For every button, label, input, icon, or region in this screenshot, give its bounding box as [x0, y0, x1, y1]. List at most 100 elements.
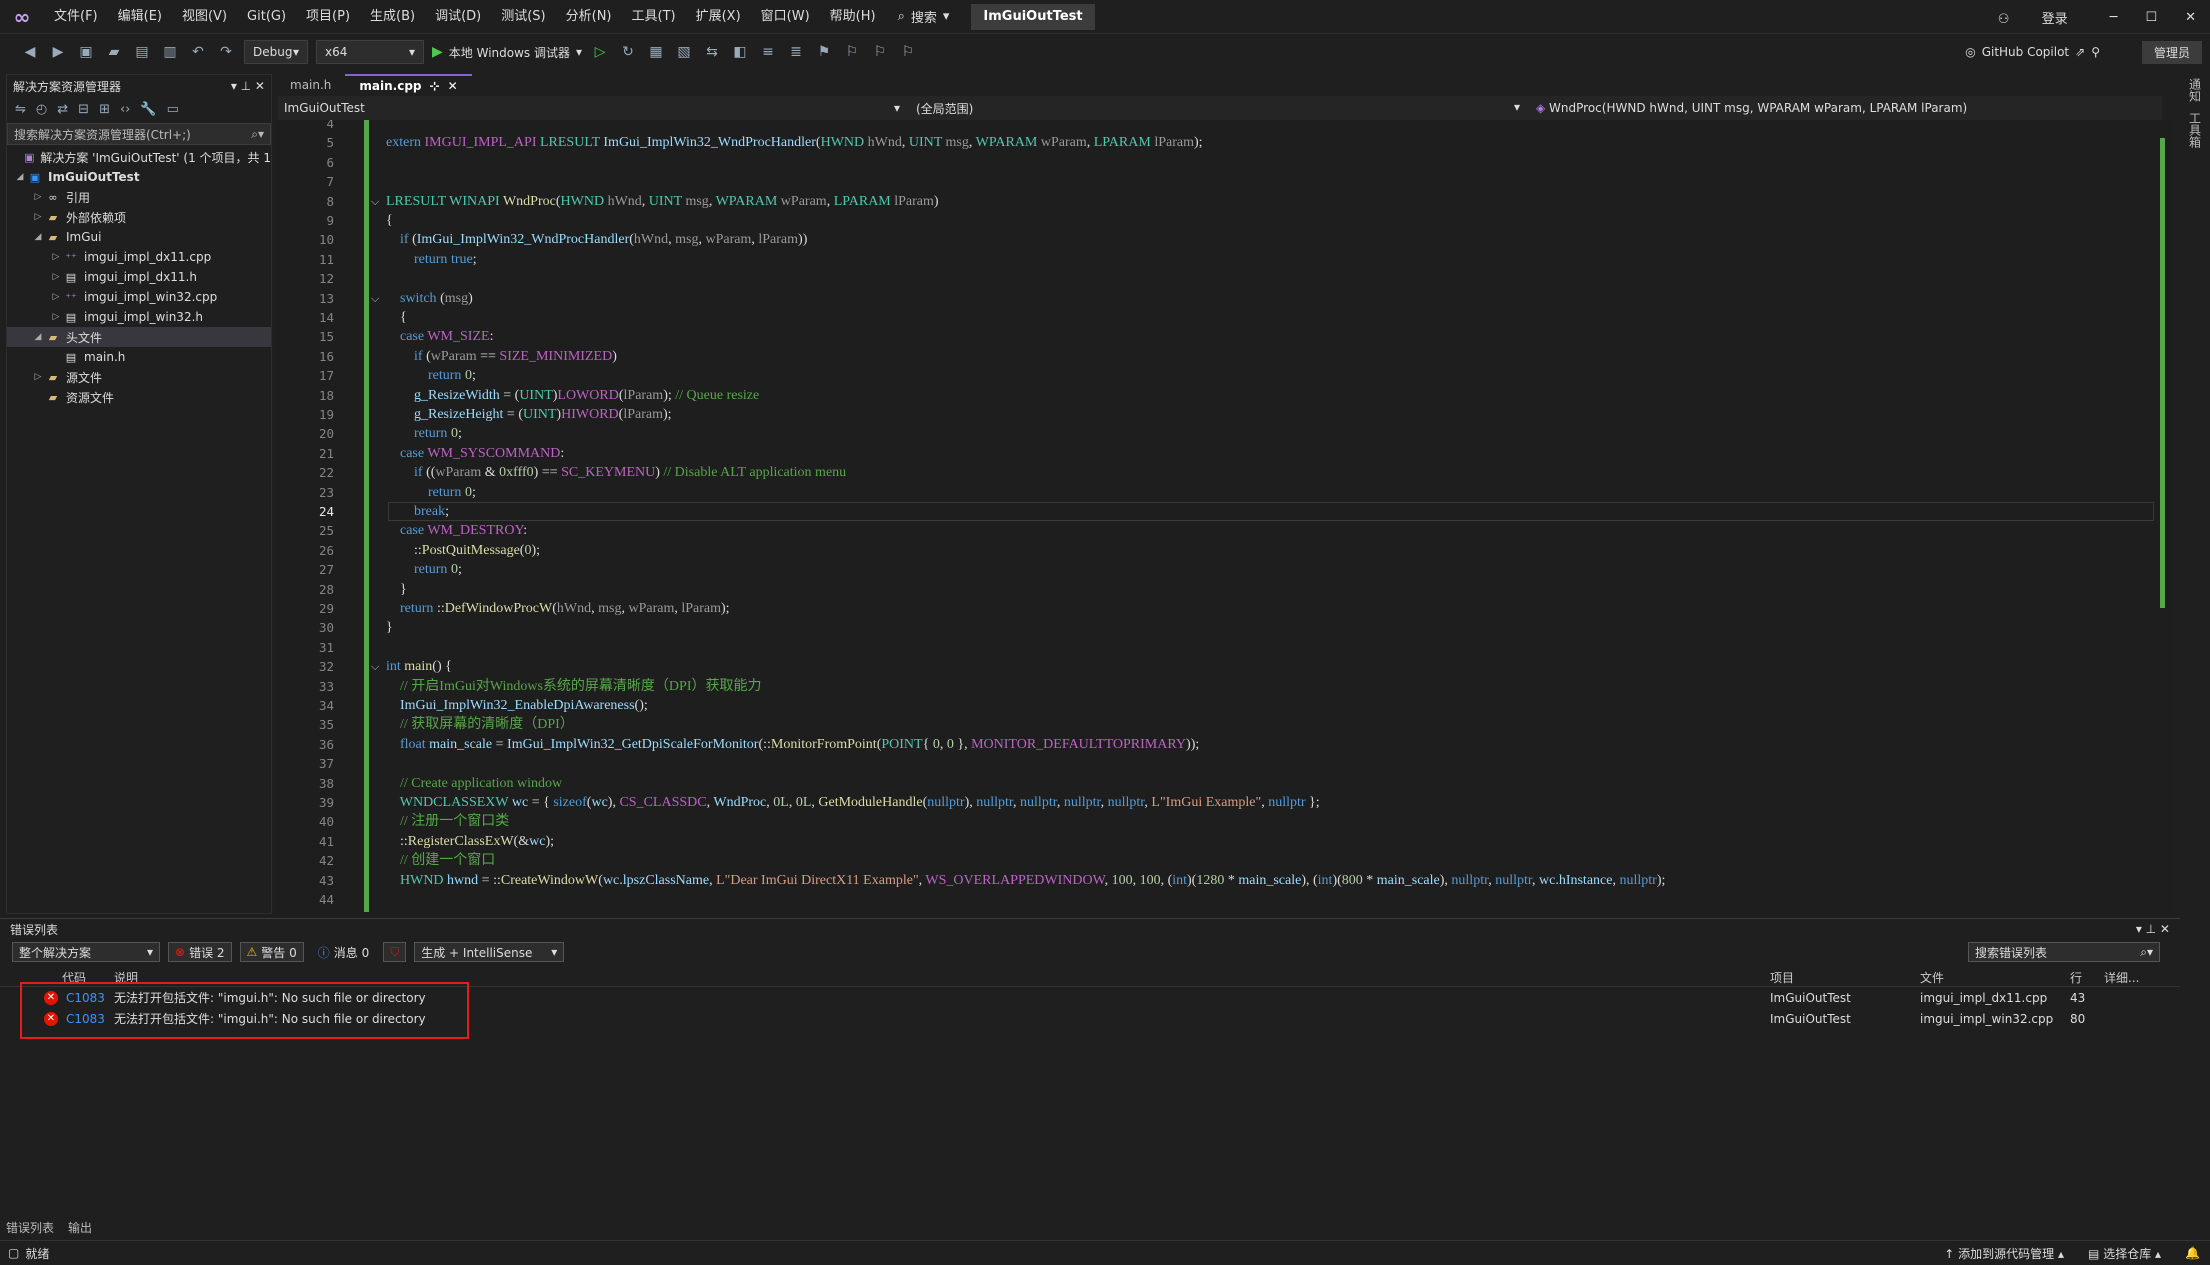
col-line[interactable]: 行 — [2070, 969, 2082, 986]
back-icon[interactable]: ◀ — [20, 42, 40, 62]
code-line[interactable]: case WM_DESTROY: — [386, 521, 527, 540]
step-icon[interactable]: ⇆ — [702, 42, 722, 62]
editor-scrollbar[interactable] — [2156, 120, 2170, 912]
tree-item[interactable]: ▷ ⁺⁺ imgui_impl_win32.cpp — [7, 287, 271, 307]
expand-arrow-icon[interactable]: ▷ — [49, 272, 63, 282]
tree-item[interactable]: ▰ 资源文件 — [7, 387, 271, 407]
menu-item[interactable]: Git(G) — [237, 0, 296, 34]
tree-item[interactable]: ▷ ∞ 引用 — [7, 187, 271, 207]
code-line[interactable]: break; — [386, 502, 449, 521]
warnings-filter-button[interactable]: ⚠ 警告 0 — [239, 942, 304, 962]
undo-icon[interactable]: ↶ — [188, 42, 208, 62]
pin-icon[interactable]: ⊹ — [430, 79, 440, 93]
code-line[interactable]: { — [386, 308, 407, 327]
dock-tab[interactable]: 工具箱 — [2187, 112, 2204, 148]
solution-explorer-icon[interactable]: ▦ — [646, 42, 666, 62]
code-line[interactable]: g_ResizeHeight = (UINT)HIWORD(lParam); — [386, 405, 672, 424]
code-line[interactable]: HWND hwnd = ::CreateWindowW(wc.lpszClass… — [386, 871, 1665, 890]
new-project-icon[interactable]: ▣ — [76, 42, 96, 62]
panel-controls[interactable]: ▾ ⊥ ✕ — [231, 79, 265, 93]
fold-toggle-icon[interactable]: ⌵ — [371, 660, 379, 674]
tab-main-h[interactable]: main.h — [276, 74, 345, 96]
code-line[interactable]: case WM_SIZE: — [386, 327, 493, 346]
bookmark-icon[interactable]: ⚑ — [814, 42, 834, 62]
start-debugging-button[interactable]: ▶ 本地 Windows 调试器 ▾ — [432, 44, 582, 61]
fold-toggle-icon[interactable]: ⌵ — [371, 292, 379, 306]
notifications-icon[interactable]: 🔔 — [2185, 1246, 2200, 1260]
fold-toggle-icon[interactable]: ⌵ — [371, 195, 379, 209]
expand-arrow-icon[interactable]: ▷ — [49, 252, 63, 262]
code-line[interactable]: extern IMGUI_IMPL_API LRESULT ImGui_Impl… — [386, 133, 1203, 152]
expand-arrow-icon[interactable]: ◢ — [31, 332, 45, 342]
menu-item[interactable]: 测试(S) — [491, 0, 555, 34]
tree-item[interactable]: ▷ ▰ 源文件 — [7, 367, 271, 387]
tree-item[interactable]: ◢ ▰ ImGui — [7, 227, 271, 247]
code-line[interactable]: if (ImGui_ImplWin32_WndProcHandler(hWnd,… — [386, 230, 807, 249]
menu-item[interactable]: 工具(T) — [622, 0, 686, 34]
code-line[interactable]: return true; — [386, 250, 477, 269]
bottom-tab[interactable]: 输出 — [68, 1219, 92, 1236]
menu-item[interactable]: 生成(B) — [360, 0, 425, 34]
minimize-button[interactable]: ─ — [2096, 10, 2132, 25]
menu-item[interactable]: 调试(D) — [425, 0, 491, 34]
save-all-icon[interactable]: ▥ — [160, 42, 180, 62]
tab-main-cpp[interactable]: main.cpp ⊹ ✕ — [345, 74, 472, 96]
code-line[interactable]: return 0; — [386, 483, 476, 502]
menu-item[interactable]: 扩展(X) — [686, 0, 751, 34]
expand-arrow-icon[interactable]: ▷ — [49, 312, 63, 322]
code-line[interactable]: ImGui_ImplWin32_EnableDpiAwareness(); — [386, 696, 648, 715]
tree-item[interactable]: ▷ ▰ 外部依赖项 — [7, 207, 271, 227]
breakpoint-icon[interactable]: ◧ — [730, 42, 750, 62]
next-bookmark-icon[interactable]: ⚐ — [870, 42, 890, 62]
search-button[interactable]: ⌕ 搜索 ▾ — [886, 7, 962, 26]
platform-select[interactable]: x64 ▾ — [316, 40, 424, 64]
save-icon[interactable]: ▤ — [132, 42, 152, 62]
code-line[interactable]: { — [386, 211, 393, 230]
code-line[interactable]: WNDCLASSEXW wc = { sizeof(wc), CS_CLASSD… — [386, 793, 1320, 812]
code-line[interactable]: return 0; — [386, 366, 476, 385]
code-line[interactable]: ::PostQuitMessage(0); — [386, 541, 540, 560]
member-dropdown[interactable]: ◈ WndProc(HWND hWnd, UINT msg, WPARAM wP… — [1528, 101, 2162, 115]
build-filter-select[interactable]: 生成 + IntelliSense ▾ — [414, 942, 565, 962]
code-line[interactable]: // Create application window — [386, 774, 562, 793]
solution-explorer-search[interactable]: 搜索解决方案资源管理器(Ctrl+;) ⌕▾ — [7, 123, 271, 145]
expand-arrow-icon[interactable]: ◢ — [31, 232, 45, 242]
code-line[interactable]: // 注册一个窗口类 — [386, 812, 509, 831]
filter-icon[interactable]: ⛉ — [383, 942, 407, 962]
scope-dropdown[interactable]: (全局范围) ▾ — [908, 100, 1528, 117]
menu-item[interactable]: 帮助(H) — [820, 0, 886, 34]
tree-item[interactable]: ▷ ⁺⁺ imgui_impl_dx11.cpp — [7, 247, 271, 267]
restart-icon[interactable]: ↻ — [618, 42, 638, 62]
code-line[interactable]: ::RegisterClassExW(&wc); — [386, 832, 554, 851]
tree-item[interactable]: ◢ ▰ 头文件 — [7, 327, 271, 347]
comment-icon[interactable]: ≡ — [758, 42, 778, 62]
code-line[interactable]: } — [386, 580, 407, 599]
add-to-source-control-button[interactable]: ↑ 添加到源代码管理 ▴ — [1944, 1245, 2064, 1262]
expand-arrow-icon[interactable]: ◢ — [13, 172, 27, 182]
menu-item[interactable]: 分析(N) — [556, 0, 622, 34]
prev-bookmark-icon[interactable]: ⚐ — [842, 42, 862, 62]
col-detail[interactable]: 详细... — [2104, 969, 2139, 986]
menu-item[interactable]: 项目(P) — [296, 0, 360, 34]
code-view-icon[interactable]: ‹› — [120, 102, 130, 117]
project-dropdown[interactable]: ImGuiOutTest ▾ — [278, 101, 908, 115]
clear-bookmarks-icon[interactable]: ⚐ — [898, 42, 918, 62]
history-icon[interactable]: ◴ — [36, 102, 47, 117]
code-line[interactable]: return 0; — [386, 560, 462, 579]
expand-arrow-icon[interactable]: ▷ — [31, 372, 45, 382]
code-line[interactable]: g_ResizeWidth = (UINT)LOWORD(lParam); //… — [386, 386, 759, 405]
close-tab-icon[interactable]: ✕ — [448, 79, 458, 93]
expand-arrow-icon[interactable]: ▷ — [31, 192, 45, 202]
menu-item[interactable]: 窗口(W) — [751, 0, 820, 34]
scope-filter-select[interactable]: 整个解决方案 ▾ — [12, 942, 160, 962]
code-line[interactable]: if (wParam == SIZE_MINIMIZED) — [386, 347, 617, 366]
menu-item[interactable]: 视图(V) — [172, 0, 237, 34]
code-line[interactable]: switch (msg) — [386, 289, 473, 308]
col-project[interactable]: 项目 — [1770, 969, 1794, 986]
code-editor[interactable]: 4 5 6 7 8 9 10 11 12 13 14 15 16 17 18 19 20 21 22 23 24 25 26… — [278, 120, 2162, 912]
show-all-icon[interactable]: ⊞ — [99, 102, 110, 117]
code-line[interactable]: return 0; — [386, 424, 462, 443]
errors-filter-button[interactable]: ⊗ 错误 2 — [168, 942, 232, 962]
start-without-debugging-icon[interactable]: ▷ — [590, 42, 610, 62]
collapse-all-icon[interactable]: ⊟ — [78, 102, 89, 117]
